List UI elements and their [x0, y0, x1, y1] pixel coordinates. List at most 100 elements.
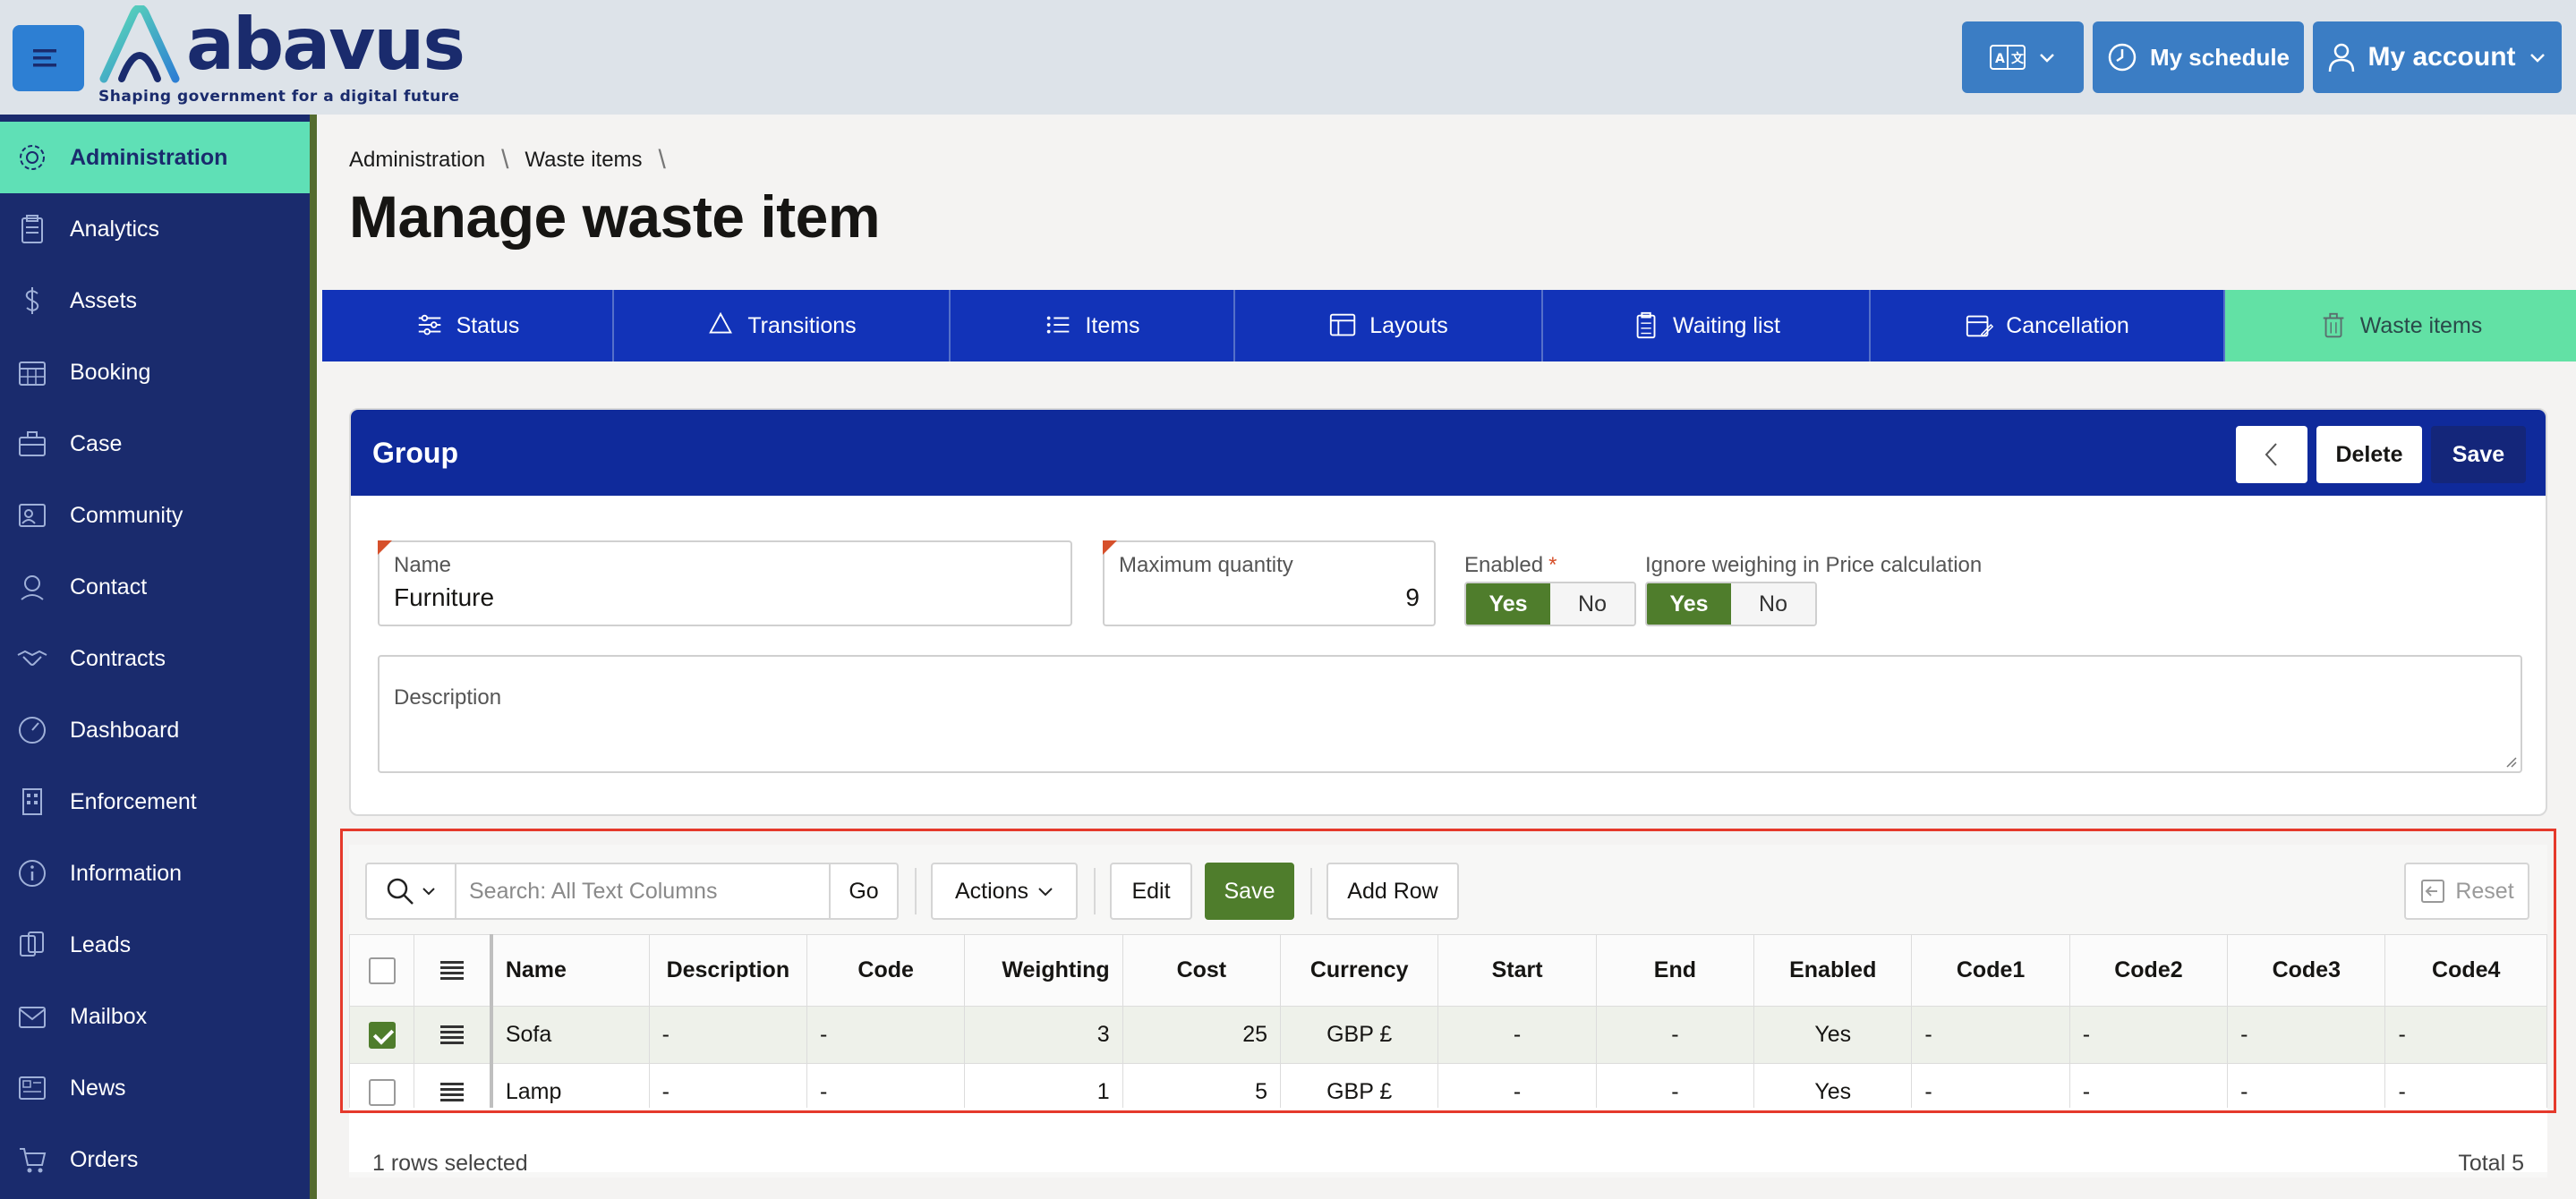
enabled-toggle[interactable]: Yes No — [1464, 582, 1636, 626]
menu-toggle-button[interactable] — [13, 25, 84, 91]
grid-footer — [349, 1108, 2547, 1172]
sidebar-item-analytics[interactable]: Analytics — [0, 193, 310, 265]
sidebar-item-contact[interactable]: Contact — [0, 551, 310, 623]
svg-text:A: A — [1995, 52, 2005, 66]
trash-icon — [2323, 312, 2344, 338]
news-icon — [19, 1076, 46, 1100]
info-icon — [16, 857, 48, 889]
sidebar-scrollbar[interactable] — [310, 115, 317, 1199]
maximum-quantity-value: 9 — [1405, 583, 1420, 611]
sidebar-item-label: Mailbox — [70, 1003, 148, 1029]
ignore-weighing-toggle[interactable]: Yes No — [1645, 582, 1817, 626]
group-title: Group — [372, 437, 458, 469]
tab-layouts[interactable]: Layouts — [1235, 290, 1543, 361]
name-label: Name — [394, 553, 452, 577]
gear-icon — [16, 141, 48, 174]
sliders-icon — [418, 314, 440, 336]
ignore-weighing-label: Ignore weighing in Price calculation — [1645, 553, 1983, 577]
enabled-yes-option[interactable]: Yes — [1466, 583, 1550, 625]
sidebar-item-enforcement[interactable]: Enforcement — [0, 766, 310, 838]
tab-label: Cancellation — [2006, 312, 2129, 338]
sidebar-item-label: Community — [70, 502, 183, 528]
sidebar-item-leads[interactable]: Leads — [0, 909, 310, 981]
sidebar-item-news[interactable]: News — [0, 1052, 310, 1124]
handshake-icon — [17, 650, 47, 666]
breadcrumb-waste-items[interactable]: Waste items — [525, 148, 642, 173]
sidebar-item-dashboard[interactable]: Dashboard — [0, 694, 310, 766]
mail-icon — [16, 1000, 48, 1033]
dollar-icon — [16, 285, 48, 317]
sidebar-item-assets[interactable]: Assets — [0, 265, 310, 336]
ignore-weighing-no-option[interactable]: No — [1731, 583, 1815, 625]
sidebar-item-mailbox[interactable]: Mailbox — [0, 981, 310, 1052]
description-field[interactable]: Description — [378, 655, 2522, 773]
rows-selected-status: 1 rows selected — [372, 1151, 528, 1176]
abavus-logo[interactable]: abavus Shaping government for a digital … — [97, 5, 465, 111]
tab-bar: Status Transitions Items Layouts Waiting lis… — [322, 290, 2576, 361]
my-account-label: My account — [2367, 42, 2516, 72]
sidebar-item-label: Dashboard — [70, 717, 180, 743]
required-indicator — [1103, 540, 1117, 555]
dollar-icon — [25, 287, 39, 314]
tab-cancellation[interactable]: Cancellation — [1871, 290, 2225, 361]
maximum-quantity-label: Maximum quantity — [1119, 553, 1293, 577]
calendar-edit-icon — [1966, 315, 1994, 337]
chevron-down-icon — [2040, 54, 2054, 63]
sidebar-item-label: Administration — [70, 144, 228, 170]
enabled-label: Enabled * — [1464, 553, 1557, 578]
sidebar-item-contracts[interactable]: Contracts — [0, 623, 310, 694]
my-schedule-button[interactable]: My schedule — [2093, 21, 2304, 93]
breadcrumb-administration[interactable]: Administration — [349, 148, 485, 173]
sidebar-item-label: Contracts — [70, 645, 166, 671]
tab-label: Layouts — [1369, 312, 1448, 338]
group-card: Group Delete Save Name Furniture Maximum… — [349, 408, 2547, 816]
sidebar-item-label: Enforcement — [70, 788, 197, 814]
leads-icon — [20, 931, 44, 957]
highlighted-grid-outline — [340, 829, 2556, 1113]
sidebar-item-case[interactable]: Case — [0, 408, 310, 480]
sidebar-item-administration[interactable]: Administration — [0, 122, 310, 193]
recycle-icon — [709, 311, 733, 334]
mail-icon — [19, 1007, 46, 1028]
clipboard-icon — [21, 215, 43, 243]
enabled-no-option[interactable]: No — [1550, 583, 1634, 625]
tab-waiting-list[interactable]: Waiting list — [1543, 290, 1871, 361]
sidebar-item-booking[interactable]: Booking — [0, 336, 310, 408]
name-field[interactable]: Name Furniture — [378, 540, 1072, 626]
sidebar-item-label: Assets — [70, 287, 138, 313]
page-title: Manage waste item — [349, 183, 881, 250]
name-value: Furniture — [394, 583, 495, 611]
briefcase-icon — [19, 431, 46, 456]
group-card-header: Group Delete Save — [351, 410, 2546, 496]
calendar-icon — [19, 361, 46, 386]
breadcrumb-separator: \ — [501, 145, 509, 174]
sidebar-item-label: Booking — [70, 359, 151, 385]
total-count: Total 5 — [2458, 1151, 2524, 1176]
my-account-button[interactable]: My account — [2313, 21, 2562, 93]
sidebar-item-label: Orders — [70, 1146, 139, 1172]
tab-status[interactable]: Status — [322, 290, 614, 361]
ignore-weighing-yes-option[interactable]: Yes — [1647, 583, 1731, 625]
language-button[interactable]: A文 — [1962, 21, 2084, 93]
maximum-quantity-field[interactable]: Maximum quantity 9 — [1103, 540, 1436, 626]
clipboard-list-icon — [1636, 311, 1656, 339]
resize-handle-icon[interactable] — [2503, 753, 2517, 768]
tab-items[interactable]: Items — [951, 290, 1235, 361]
sidebar-item-orders[interactable]: Orders — [0, 1124, 310, 1195]
logo-wordmark: abavus — [186, 3, 465, 86]
chevron-left-icon — [2265, 443, 2277, 466]
delete-button[interactable]: Delete — [2316, 426, 2422, 483]
calendar-icon — [16, 356, 48, 388]
enabled-label-text: Enabled — [1464, 553, 1544, 577]
sidebar-item-community[interactable]: Community — [0, 480, 310, 551]
tab-transitions[interactable]: Transitions — [614, 290, 951, 361]
contact-icon — [16, 571, 48, 603]
layout-icon — [1330, 313, 1356, 336]
gauge-icon — [16, 714, 48, 746]
back-button[interactable] — [2236, 426, 2307, 483]
save-button[interactable]: Save — [2431, 426, 2526, 483]
sidebar-item-label: Contact — [70, 574, 148, 600]
tab-label: Status — [456, 312, 520, 338]
tab-waste-items[interactable]: Waste items — [2225, 290, 2576, 361]
sidebar-item-information[interactable]: Information — [0, 838, 310, 909]
